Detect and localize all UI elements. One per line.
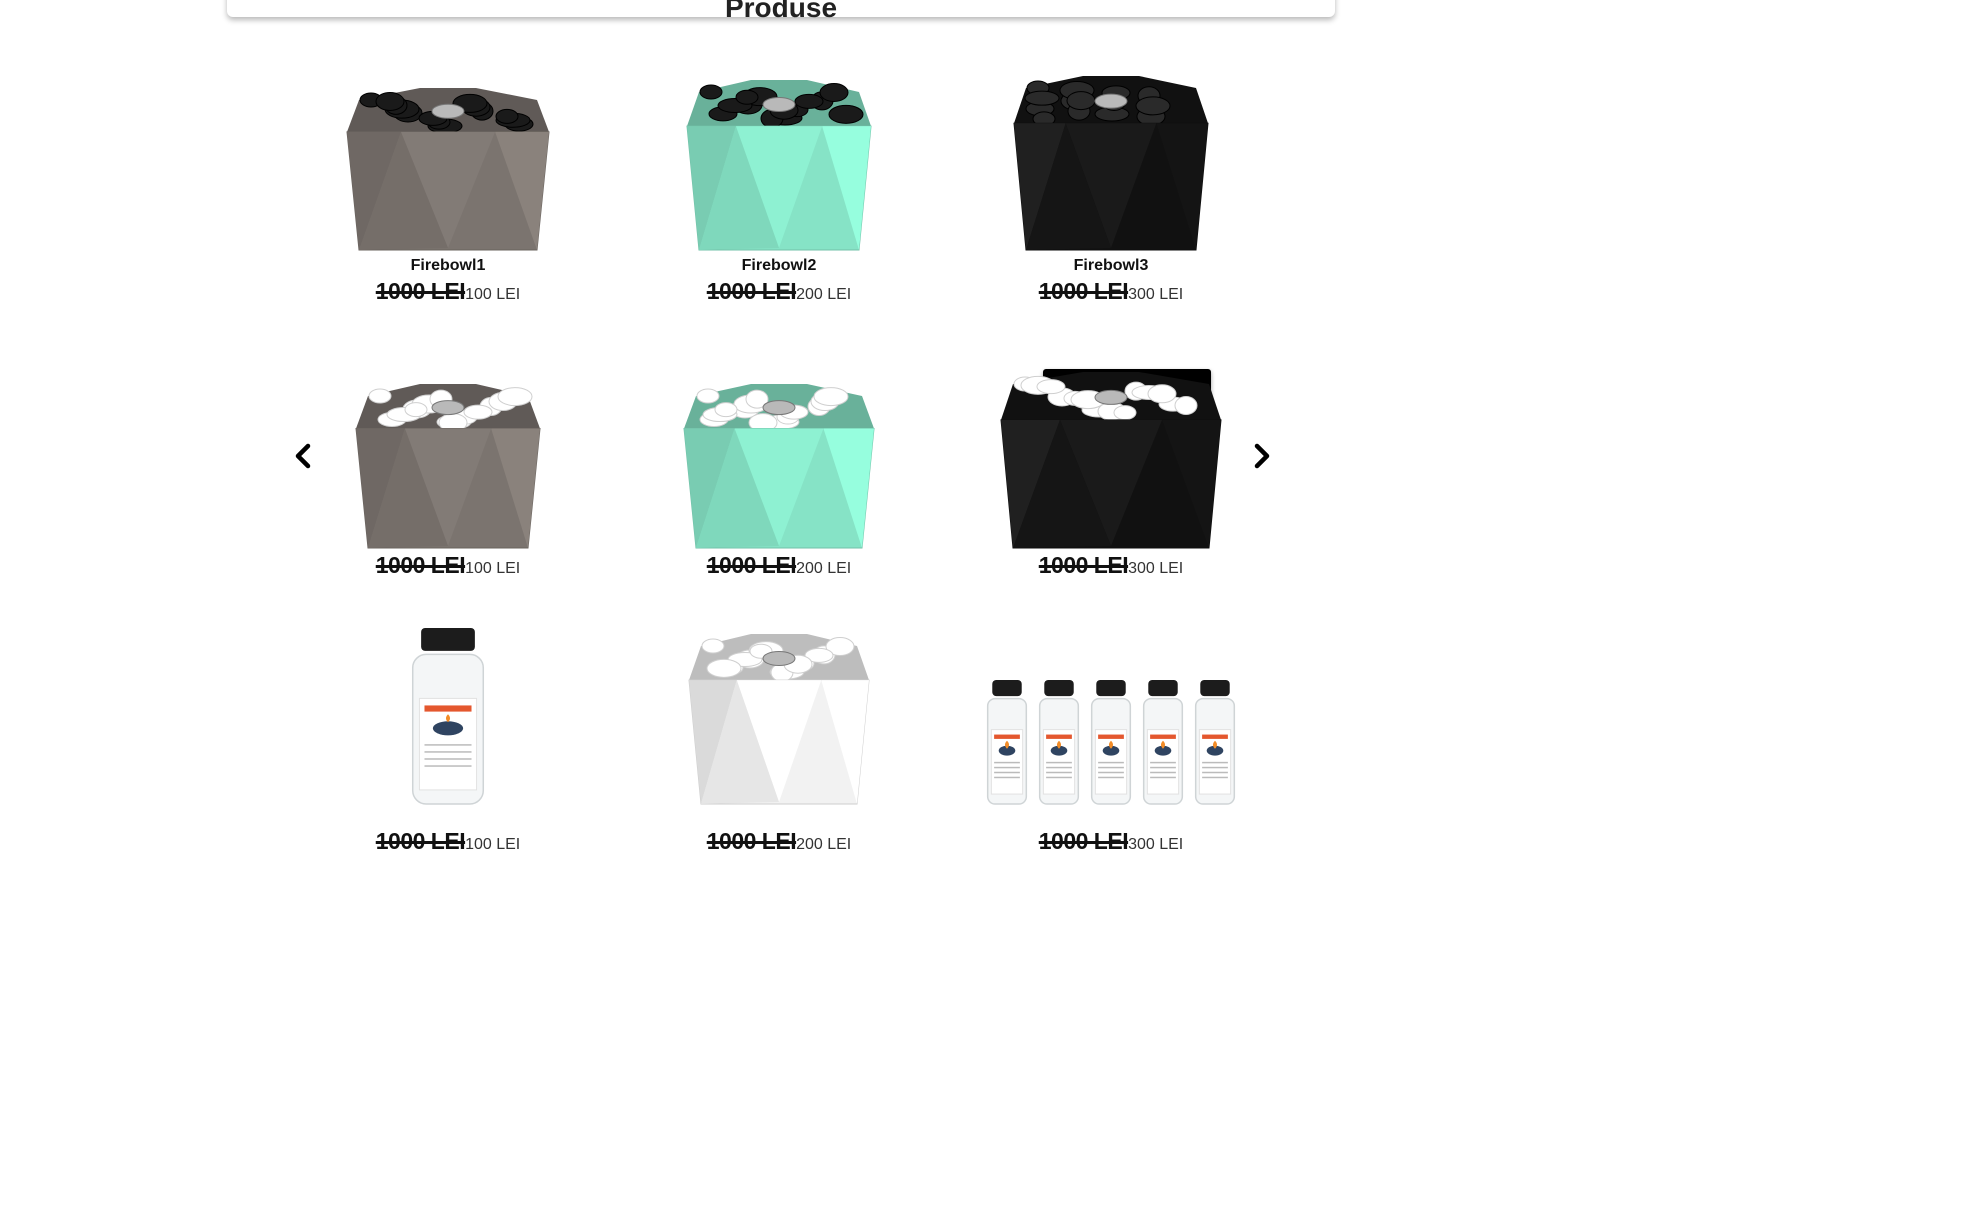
new-price: 200 LEI [796,560,852,577]
product-image[interactable] [614,362,944,552]
product-price: 1000 LEI300 LEI [946,552,1276,579]
new-price: 100 LEI [465,560,521,577]
product-title[interactable]: Firebowl2 [614,257,944,275]
page-title: Produse [724,0,838,23]
product-image[interactable] [283,362,613,552]
product-image-firebowl2[interactable] [614,64,944,254]
new-price: 100 LEI [465,836,521,853]
product-price: 1000 LEI200 LEI [614,552,944,579]
product-image-firebowl3[interactable] [946,64,1276,254]
old-price: 1000 LEI [1038,552,1129,578]
product-image-firebowl1[interactable] [283,64,613,254]
product-price: 1000 LEI300 LEI [946,278,1276,305]
new-price: 300 LEI [1128,836,1184,853]
old-price: 1000 LEI [706,552,797,578]
product-image[interactable] [946,362,1276,552]
new-price: 200 LEI [796,286,852,303]
product-title[interactable]: Firebowl1 [283,257,613,275]
product-price: 1000 LEI300 LEI [946,828,1276,855]
old-price: 1000 LEI [375,828,466,854]
product-price: 1000 LEI100 LEI [283,552,613,579]
old-price: 1000 LEI [1038,278,1129,304]
new-price: 300 LEI [1128,286,1184,303]
old-price: 1000 LEI [706,278,797,304]
new-price: 100 LEI [465,286,521,303]
old-price: 1000 LEI [706,828,797,854]
new-price: 200 LEI [796,836,852,853]
product-price: 1000 LEI200 LEI [614,828,944,855]
product-title[interactable]: Firebowl3 [946,257,1276,275]
old-price: 1000 LEI [1038,828,1129,854]
product-image-bioethanol-pack[interactable] [946,618,1276,808]
header-bar: Produse [227,0,1335,23]
product-price: 1000 LEI100 LEI [283,828,613,855]
product-image[interactable] [614,618,944,808]
new-price: 300 LEI [1128,560,1184,577]
product-image-bioethanol[interactable] [283,618,613,808]
old-price: 1000 LEI [375,552,466,578]
old-price: 1000 LEI [375,278,466,304]
product-price: 1000 LEI200 LEI [614,278,944,305]
product-price: 1000 LEI100 LEI [283,278,613,305]
